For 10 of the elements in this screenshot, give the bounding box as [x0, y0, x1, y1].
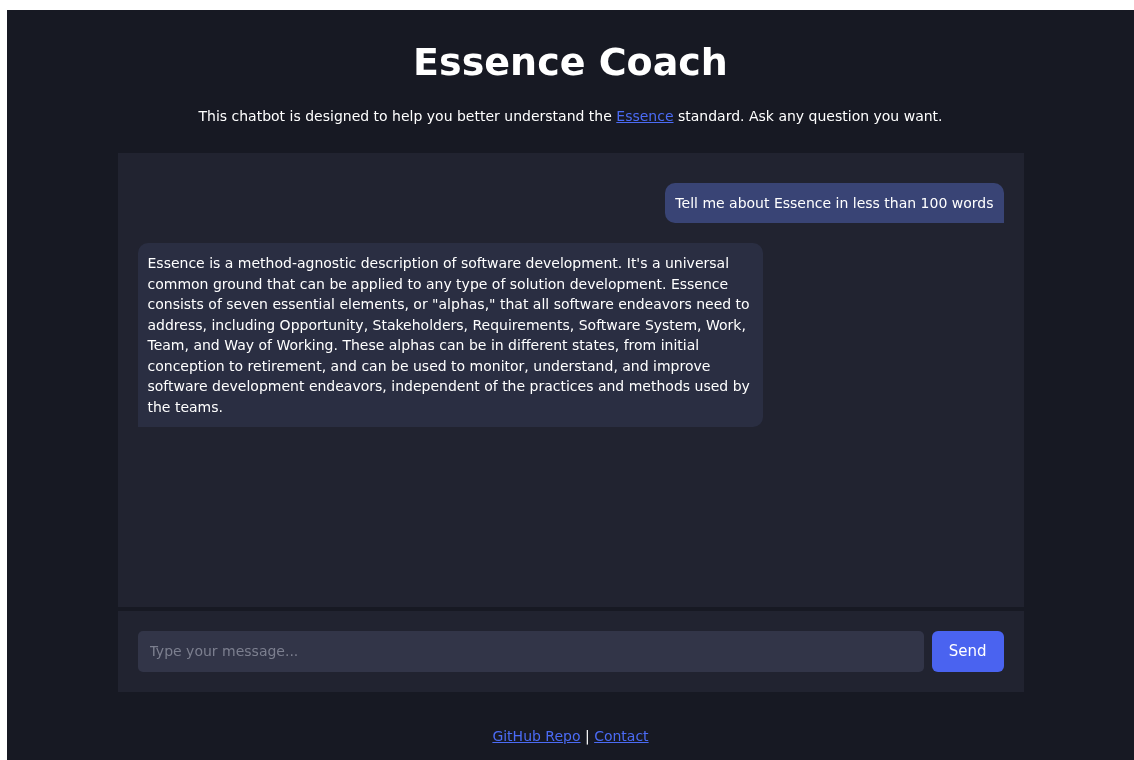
send-button[interactable]: Send: [931, 630, 1004, 672]
separator: |: [583, 727, 591, 744]
essence-link[interactable]: Essence: [616, 107, 674, 124]
user-message: Tell me about Essence in less than 100 words: [665, 182, 1004, 224]
intro-text: This chatbot is designed to help you better understand the Essence standard. Ask any question you want.: [197, 106, 944, 126]
page-title: Essence Coach: [412, 39, 729, 86]
footer-link[interactable]: GitHub Repo: [492, 727, 581, 744]
message-input[interactable]: Type your message...: [137, 630, 924, 672]
footer-link[interactable]: Contact: [594, 727, 649, 744]
bot-message: Essence is a method-agnostic description of software development. It's a universal common ground that can be applied to any type of solution development. Essence consists of seven essential elements, or "alphas," that all software endeavors need to address, including Opportunity, Stakeholders, Requirements, Software System, Work, Team, and Way of Working. These alphas can be in different states, from initial conception to retirement, and can be used to monitor, understand, and improve software development endeavors, independent of the practices and methods used by the teams.: [137, 243, 763, 428]
